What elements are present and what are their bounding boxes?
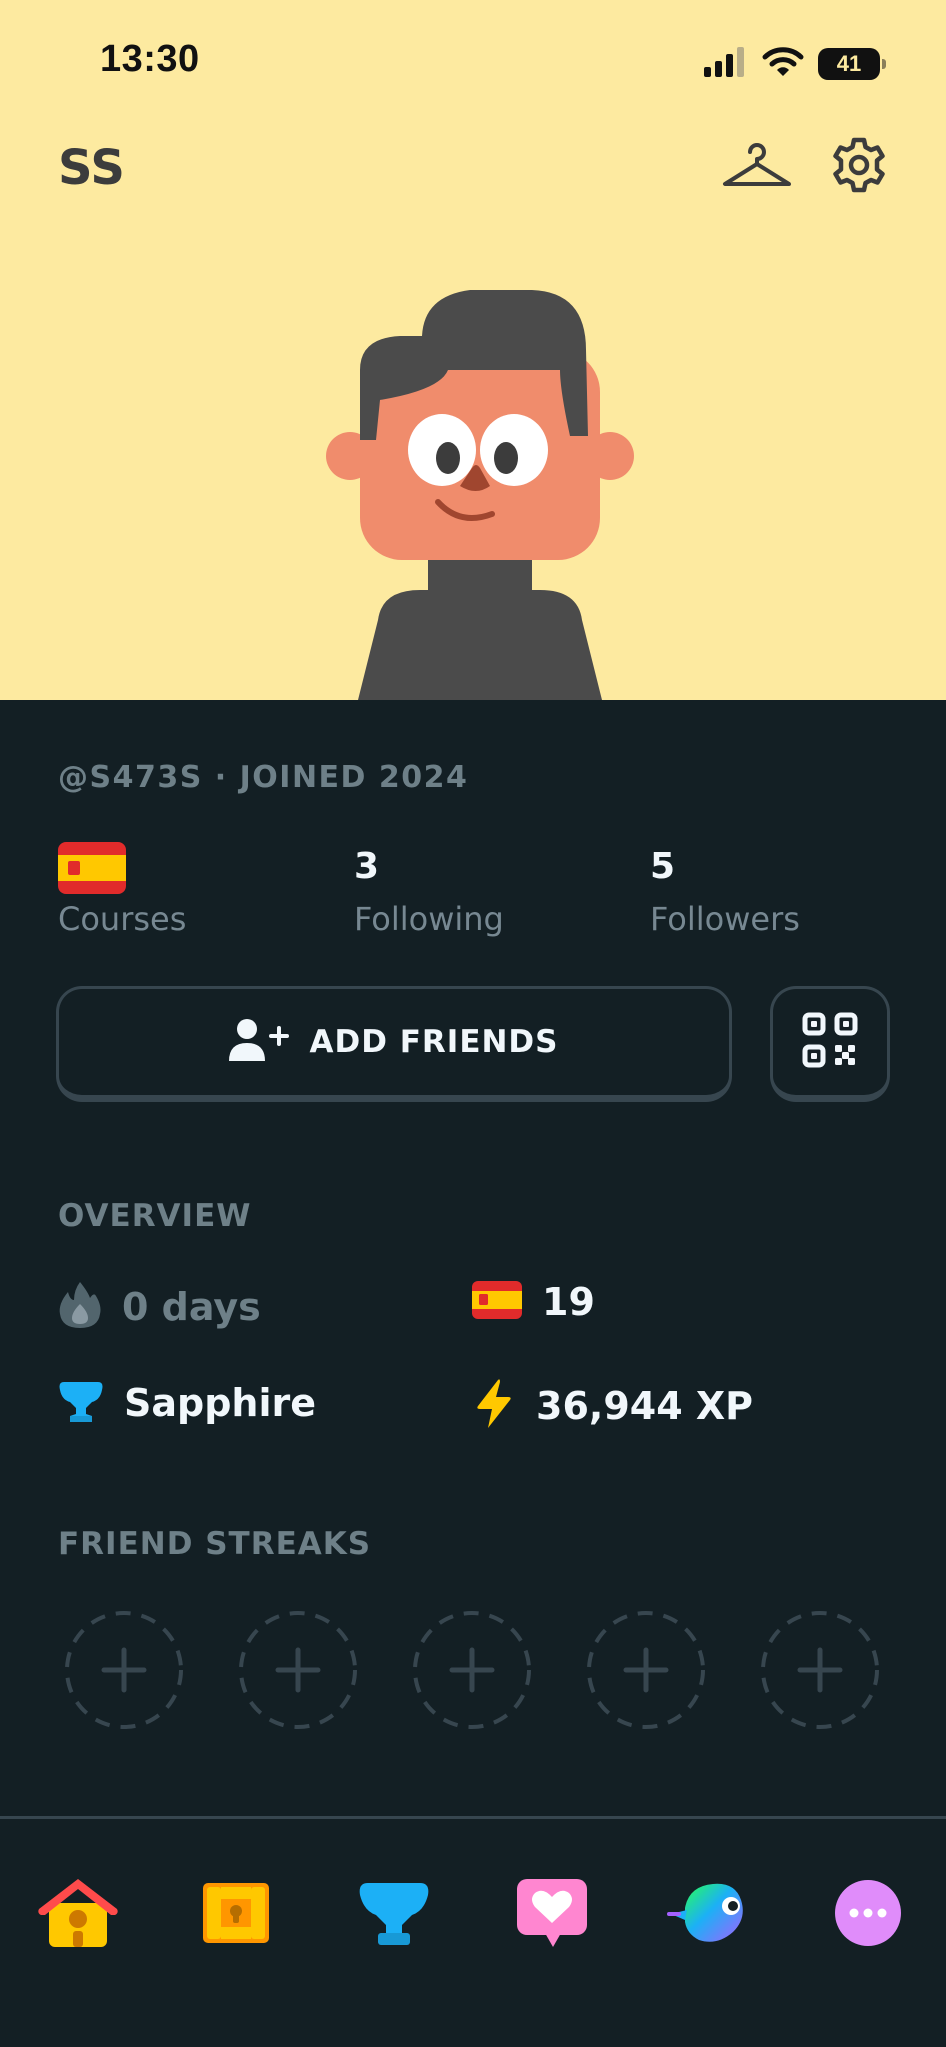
battery-level: 41: [836, 51, 862, 76]
league-trophy-icon: [359, 1883, 429, 1945]
avatar: [320, 290, 640, 700]
duo-bird-icon: [667, 1883, 743, 1942]
streak-stat: 0 days: [58, 1280, 261, 1334]
status-icons: 41: [704, 44, 886, 84]
treasure-chest-icon: [203, 1883, 269, 1943]
gear-icon: [829, 135, 889, 199]
followers-count: 5: [650, 846, 676, 887]
add-friend-streak-slot[interactable]: [586, 1610, 706, 1730]
followers-stat[interactable]: 5 Followers: [650, 840, 800, 938]
qr-code-button[interactable]: [770, 986, 890, 1102]
wifi-icon: [762, 46, 804, 82]
bottom-nav: [0, 1819, 946, 2047]
courses-stat[interactable]: Courses: [58, 840, 186, 938]
courses-label: Courses: [58, 900, 187, 938]
avatar-editor-button[interactable]: [722, 136, 792, 198]
profile-hero: 13:30 41 SS: [0, 0, 946, 700]
add-friend-streak-slot[interactable]: [64, 1610, 184, 1730]
streak-flame-icon: [58, 1280, 102, 1334]
lightning-bolt-icon: [472, 1378, 516, 1434]
spain-flag-icon: [472, 1281, 522, 1323]
friend-streaks-title: FRIEND STREAKS: [58, 1526, 372, 1562]
nav-more[interactable]: [818, 1863, 918, 1963]
add-friend-streak-slot[interactable]: [238, 1610, 358, 1730]
add-friends-button[interactable]: ADD FRIENDS: [56, 986, 732, 1102]
add-friend-streak-slot[interactable]: [760, 1610, 880, 1730]
sapphire-trophy-icon: [58, 1378, 104, 1428]
signal-icon: [704, 47, 748, 81]
course-crowns-count: 19: [542, 1280, 595, 1324]
streak-days: 0 days: [122, 1285, 261, 1329]
course-crowns-stat: 19: [472, 1280, 595, 1324]
qr-code-icon: [802, 1012, 858, 1072]
xp-total: 36,944 XP: [536, 1384, 754, 1428]
following-count: 3: [354, 846, 380, 887]
home-icon: [38, 1879, 118, 1947]
add-person-icon: [229, 1017, 290, 1067]
heart-speech-bubble-icon: [517, 1879, 587, 1947]
plus-icon: [413, 1611, 531, 1729]
following-label: Following: [354, 900, 504, 938]
status-time: 13:30: [100, 38, 200, 80]
followers-label: Followers: [650, 900, 800, 938]
spain-flag-icon: [58, 840, 186, 894]
plus-icon: [587, 1611, 705, 1729]
settings-button[interactable]: [824, 136, 894, 198]
add-friends-label: ADD FRIENDS: [309, 1024, 559, 1060]
add-friend-streak-slot[interactable]: [412, 1610, 532, 1730]
overview-title: OVERVIEW: [58, 1198, 252, 1234]
nav-social[interactable]: [502, 1863, 602, 1963]
battery-icon: 41: [818, 48, 886, 80]
league-stat: Sapphire: [58, 1378, 316, 1428]
hanger-icon: [722, 140, 792, 194]
profile-name: SS: [58, 140, 125, 196]
username-joined: @S473S · JOINED 2024: [58, 760, 469, 795]
nav-home[interactable]: [28, 1863, 128, 1963]
plus-icon: [761, 1611, 879, 1729]
more-dots-icon: [835, 1880, 901, 1946]
xp-stat: 36,944 XP: [472, 1378, 753, 1434]
nav-max[interactable]: [660, 1863, 760, 1963]
plus-icon: [239, 1611, 357, 1729]
following-stat[interactable]: 3 Following: [354, 840, 504, 938]
nav-quests[interactable]: [186, 1863, 286, 1963]
league-name: Sapphire: [124, 1381, 317, 1425]
nav-leaderboards[interactable]: [344, 1863, 444, 1963]
plus-icon: [65, 1611, 183, 1729]
